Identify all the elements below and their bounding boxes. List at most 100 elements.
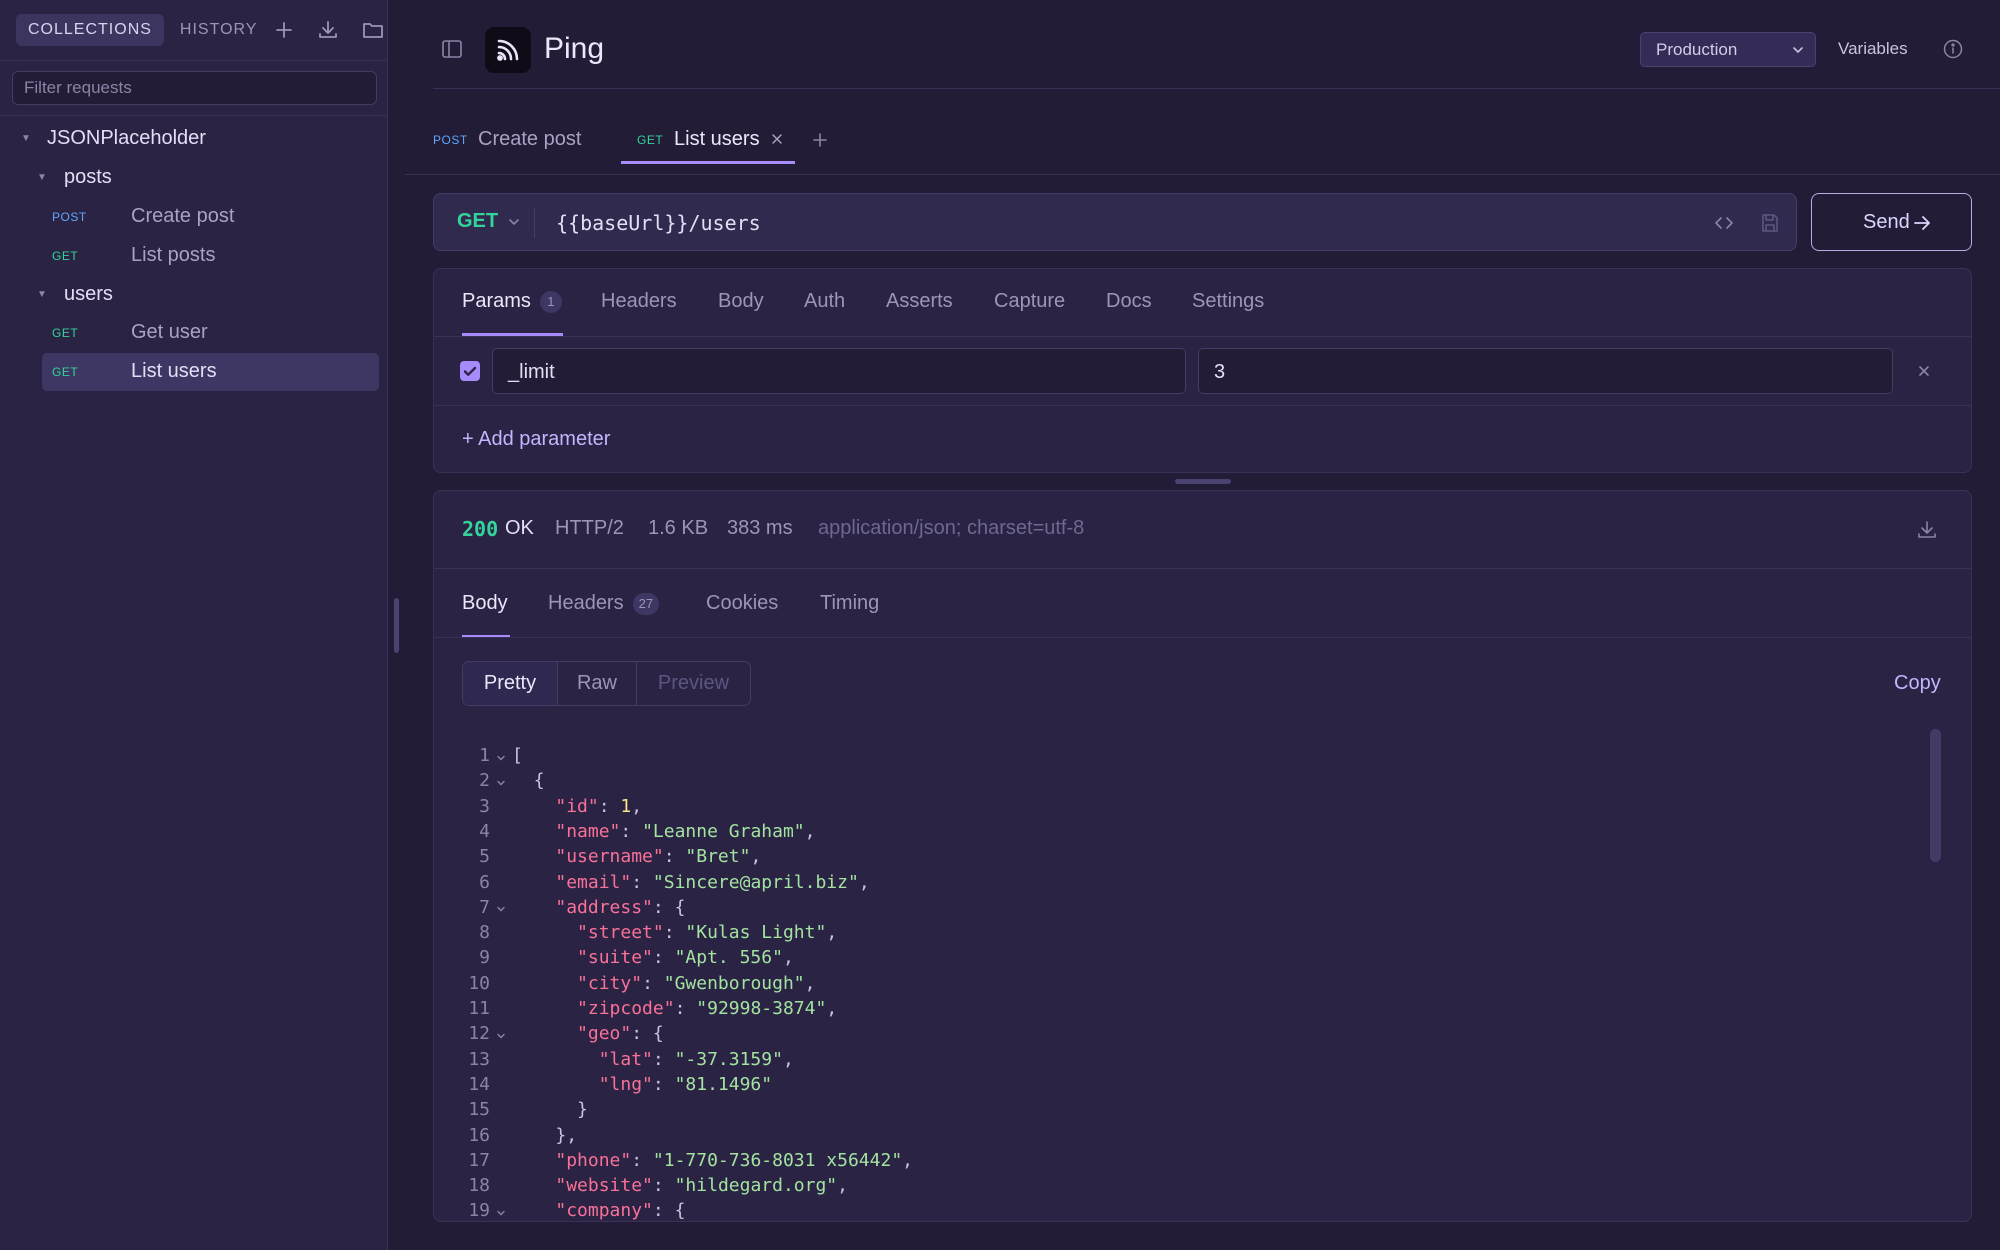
- fold-chevron-icon[interactable]: [490, 1023, 512, 1048]
- tab-capture[interactable]: Capture: [994, 290, 1065, 313]
- method-select[interactable]: GET: [457, 210, 498, 233]
- tab-collections[interactable]: COLLECTIONS: [16, 14, 164, 46]
- chevron-down-icon: [1789, 41, 1807, 59]
- folder-users[interactable]: ▼ users: [0, 275, 388, 313]
- url-input[interactable]: {{baseUrl}}/users: [556, 211, 761, 235]
- info-icon[interactable]: [1942, 38, 1964, 60]
- code-text: "phone": "1-770-736-8031 x56442",: [555, 1149, 913, 1171]
- response-time: 383 ms: [727, 517, 793, 539]
- code-scrollbar[interactable]: [1930, 729, 1941, 862]
- code-line: 15 }: [462, 1099, 588, 1124]
- fold-chevron-icon[interactable]: [490, 1200, 512, 1221]
- tab-label: Params: [462, 290, 531, 312]
- environment-select[interactable]: Production: [1640, 32, 1816, 67]
- fold-chevron-icon[interactable]: [490, 770, 512, 795]
- chevron-down-icon[interactable]: [506, 214, 522, 230]
- tab-docs[interactable]: Docs: [1106, 290, 1152, 313]
- collection-jsonplaceholder[interactable]: ▼ JSONPlaceholder: [0, 119, 388, 157]
- tab-asserts[interactable]: Asserts: [886, 290, 953, 313]
- code-line: 11 "zipcode": "92998-3874",: [462, 998, 837, 1023]
- code-line: 4 "name": "Leanne Graham",: [462, 821, 815, 846]
- sidebar-request-list-users[interactable]: GET List users: [42, 353, 379, 391]
- raw-button[interactable]: Raw: [558, 662, 637, 705]
- copy-button[interactable]: Copy: [1894, 672, 1941, 695]
- panel-resize-handle[interactable]: [1175, 479, 1231, 484]
- delete-param-icon[interactable]: [1914, 361, 1934, 381]
- line-number: 7: [479, 896, 490, 918]
- code-text: "suite": "Apt. 556",: [577, 947, 794, 969]
- sidebar-request-create-post[interactable]: POST Create post: [42, 198, 379, 236]
- line-number: 19: [468, 1200, 490, 1221]
- import-icon[interactable]: [316, 18, 340, 42]
- pretty-button[interactable]: Pretty: [463, 662, 558, 705]
- line-number: 16: [468, 1124, 490, 1146]
- code-text: "address": {: [555, 896, 686, 918]
- fold-chevron-icon[interactable]: [490, 897, 512, 922]
- download-icon[interactable]: [1915, 518, 1939, 542]
- url-separator: [534, 208, 535, 238]
- code-line: 8 "street": "Kulas Light",: [462, 922, 837, 947]
- code-line: 2 {: [462, 770, 545, 795]
- code-text: "geo": {: [577, 1023, 664, 1045]
- code-text: "company": {: [555, 1200, 686, 1221]
- tab-auth[interactable]: Auth: [804, 290, 845, 313]
- tab-list-users[interactable]: GET List users: [621, 112, 795, 164]
- tab-headers[interactable]: Headers: [601, 290, 677, 313]
- param-value-input[interactable]: 3: [1198, 348, 1893, 394]
- tab-body[interactable]: Body: [718, 290, 764, 313]
- param-enabled-checkbox[interactable]: [460, 361, 480, 381]
- tab-history[interactable]: HISTORY: [168, 14, 270, 46]
- code-text: "lat": "-37.3159",: [598, 1048, 794, 1070]
- code-text: "lng": "81.1496": [598, 1073, 773, 1095]
- plus-icon[interactable]: [272, 18, 296, 42]
- sidebar-tabs: COLLECTIONS HISTORY: [16, 14, 269, 46]
- response-tab-timing[interactable]: Timing: [820, 592, 879, 615]
- line-number: 9: [479, 947, 490, 969]
- code-text: {: [533, 770, 545, 792]
- code-icon[interactable]: [1712, 211, 1736, 235]
- code-text: "zipcode": "92998-3874",: [577, 998, 838, 1019]
- close-icon[interactable]: [768, 130, 786, 148]
- tab-create-post[interactable]: POST Create post: [433, 112, 593, 164]
- line-number: 14: [468, 1073, 490, 1095]
- filter-requests-input[interactable]: [12, 71, 377, 105]
- send-button[interactable]: Send: [1811, 193, 1972, 251]
- response-body-viewer[interactable]: 1[2 {3 "id": 1, 4 "name": "Leanne Graham"…: [462, 745, 1912, 1221]
- tab-params[interactable]: Params 1: [462, 290, 562, 313]
- sidebar-divider: [0, 60, 388, 61]
- panel-divider: [434, 336, 1971, 337]
- code-line: 19 "company": {: [462, 1200, 685, 1221]
- folder-icon[interactable]: [361, 18, 385, 42]
- rss-icon: [497, 39, 519, 61]
- response-tab-headers[interactable]: Headers 27: [548, 592, 660, 615]
- variables-button[interactable]: Variables: [1838, 39, 1908, 59]
- sidebar-resize-handle[interactable]: [394, 598, 399, 653]
- code-line: 3 "id": 1,: [462, 796, 642, 821]
- sidebar-toggle-icon[interactable]: [441, 38, 463, 60]
- save-icon[interactable]: [1759, 212, 1781, 234]
- app-logo: [485, 27, 531, 73]
- collection-label: JSONPlaceholder: [47, 126, 206, 149]
- code-text: "street": "Kulas Light",: [577, 922, 838, 944]
- new-tab-plus-icon[interactable]: [810, 130, 830, 150]
- add-parameter-button[interactable]: + Add parameter: [462, 428, 610, 451]
- sidebar-request-list-posts[interactable]: GET List posts: [42, 237, 379, 275]
- view-mode-toggle: Pretty Raw Preview: [462, 661, 751, 706]
- request-name: Get user: [131, 321, 208, 343]
- method-badge: GET: [52, 326, 79, 340]
- tab-settings[interactable]: Settings: [1192, 290, 1264, 313]
- status-code: 200: [462, 517, 499, 541]
- fold-chevron-icon[interactable]: [490, 745, 512, 770]
- response-tab-body[interactable]: Body: [462, 592, 508, 615]
- response-tab-cookies[interactable]: Cookies: [706, 592, 778, 615]
- header-divider: [433, 88, 2000, 89]
- param-key-input[interactable]: _limit: [492, 348, 1186, 394]
- folder-posts[interactable]: ▼ posts: [0, 158, 388, 196]
- sidebar-request-get-user[interactable]: GET Get user: [42, 314, 379, 352]
- code-line: 9 "suite": "Apt. 556",: [462, 947, 794, 972]
- url-bar: GET {{baseUrl}}/users: [433, 193, 1797, 251]
